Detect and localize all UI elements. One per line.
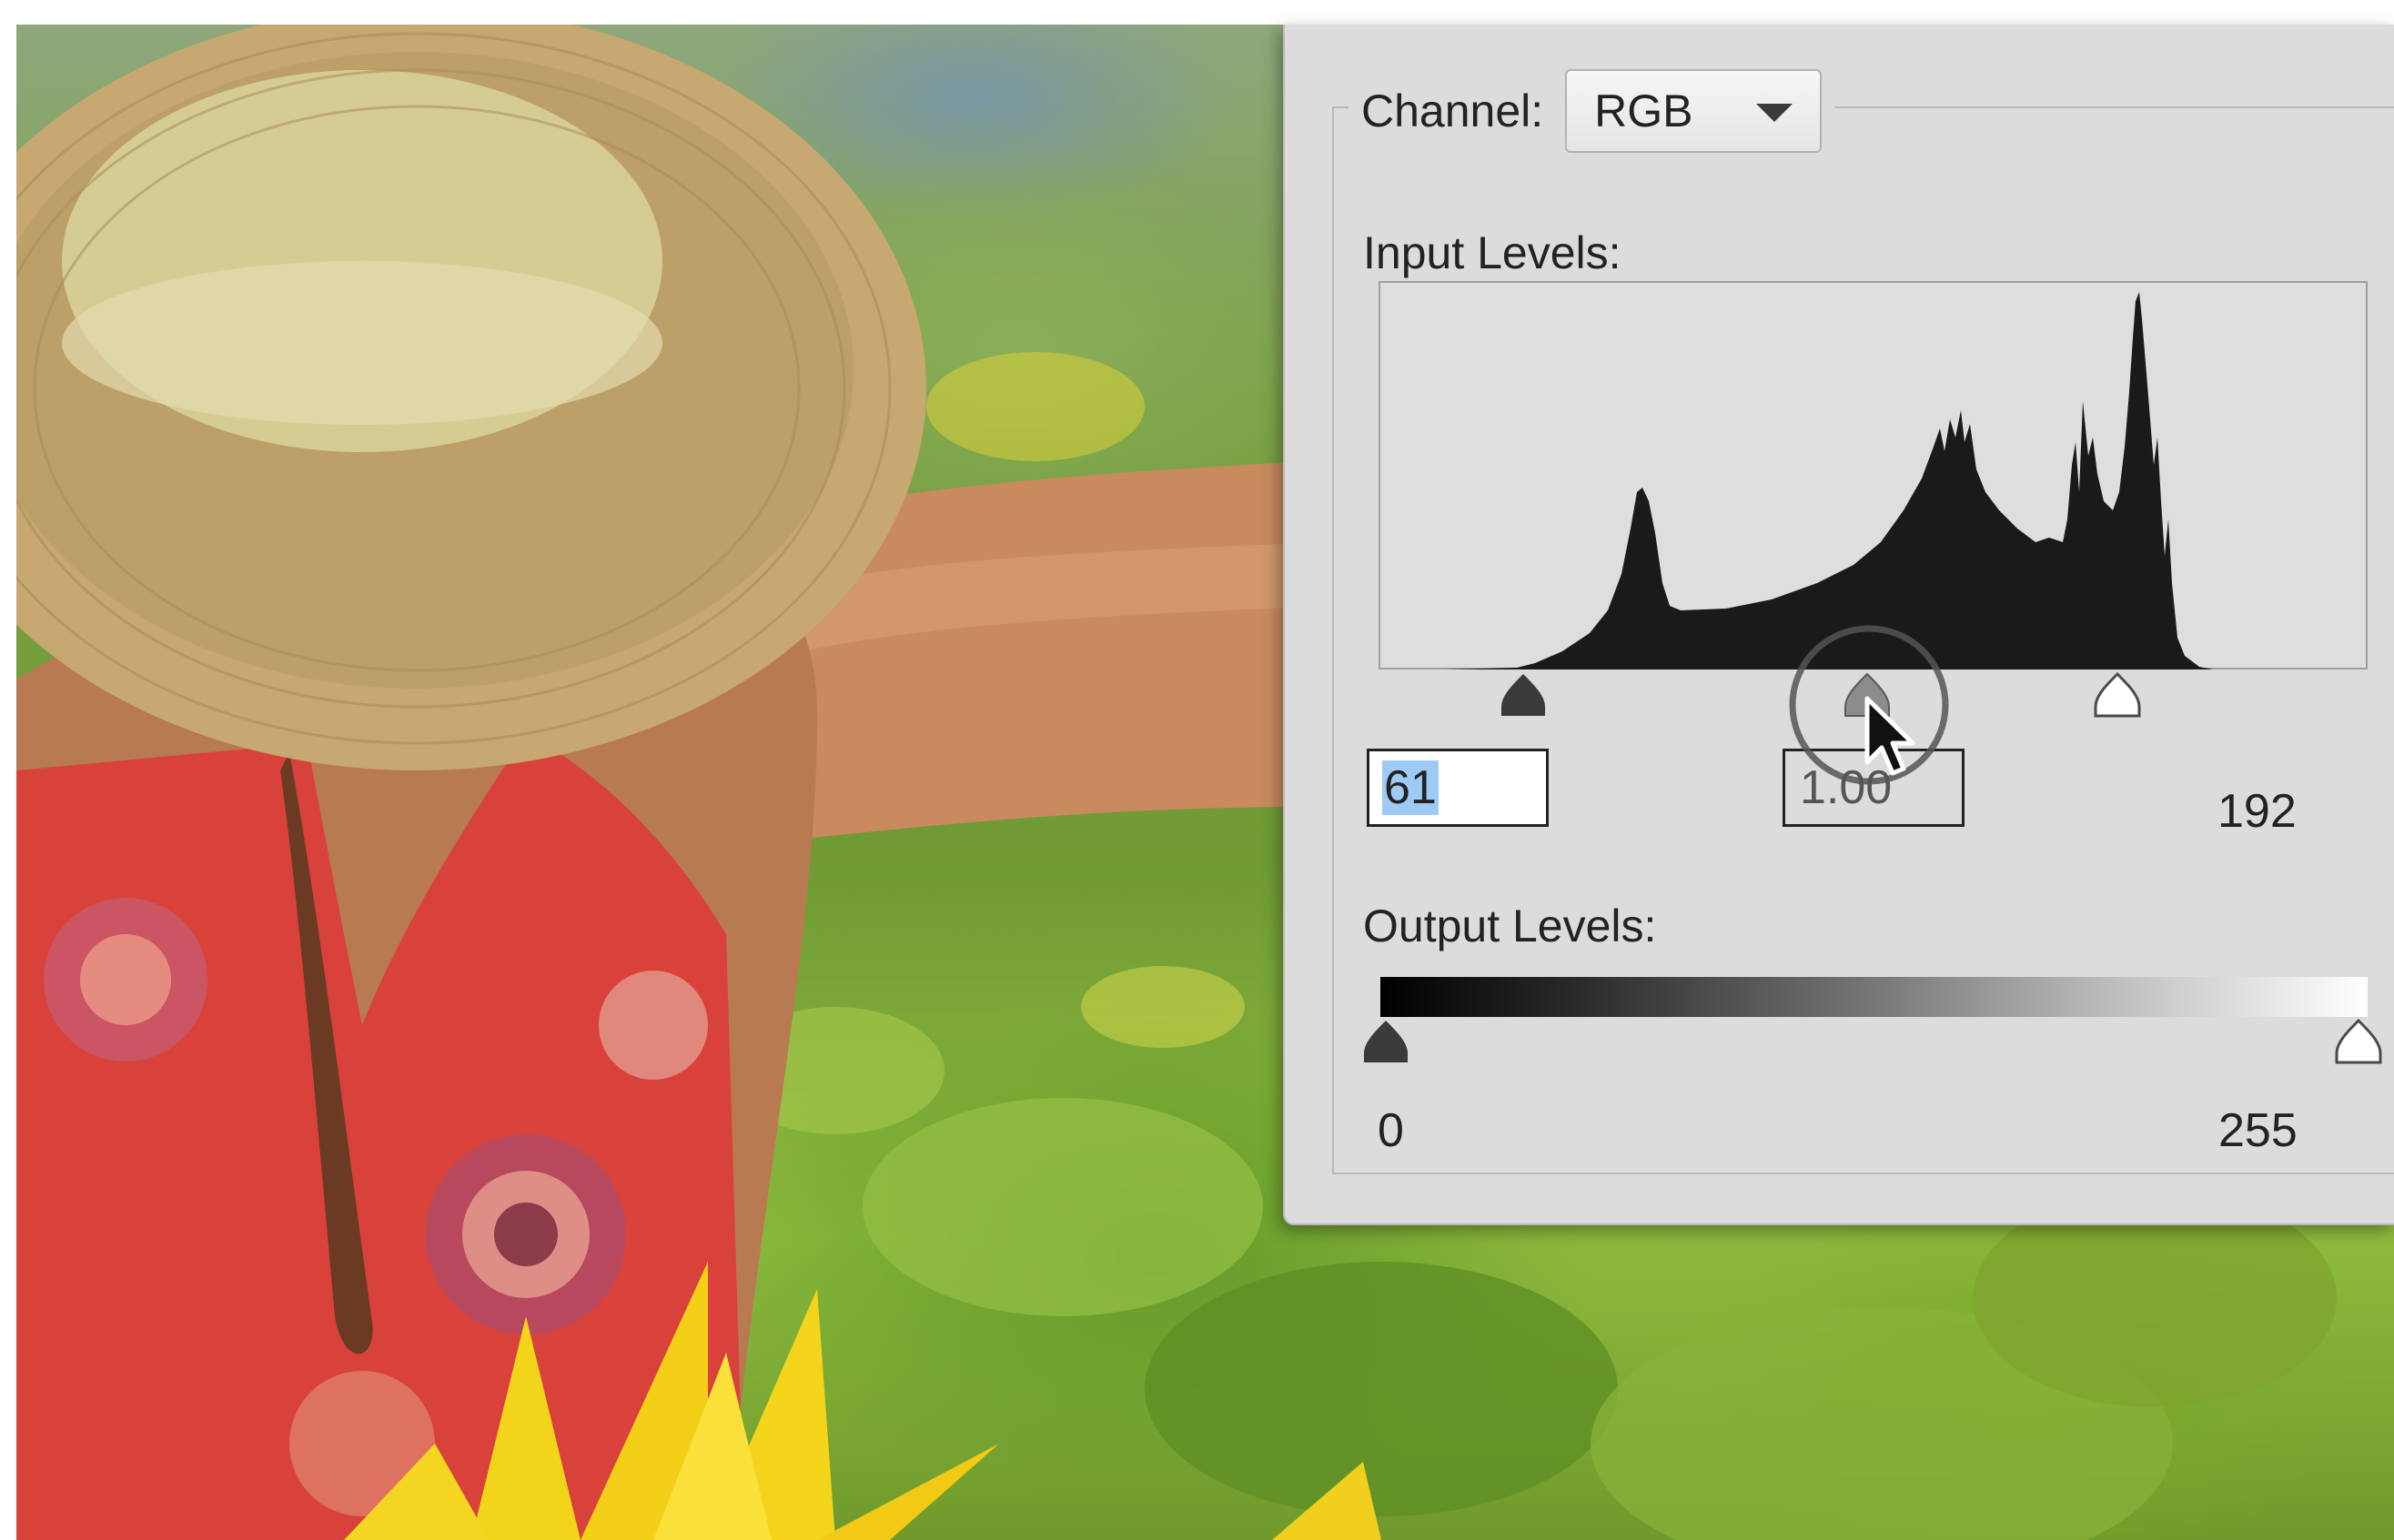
chevron-down-icon — [1756, 104, 1793, 122]
input-black-value: 61 — [1382, 760, 1439, 815]
input-gamma-value: 1.00 — [1800, 761, 1893, 814]
output-black-value[interactable]: 0 — [1378, 1103, 1404, 1158]
input-gamma-field[interactable]: 1.00 — [1783, 749, 1965, 827]
slider-white-icon — [2335, 1019, 2382, 1064]
histogram-graph — [1444, 292, 2213, 669]
output-white-value[interactable]: 255 — [2218, 1103, 2298, 1158]
channel-label: Channel: — [1361, 86, 1544, 136]
channel-selected-value: RGB — [1594, 86, 1693, 136]
output-gradient-bar — [1380, 977, 2368, 1017]
slider-white-icon — [2094, 672, 2141, 718]
input-levels-label: Input Levels: — [1363, 227, 1621, 278]
channel-row: Channel: RGB — [1349, 69, 1835, 153]
input-black-field[interactable]: 61 — [1367, 749, 1549, 827]
output-levels-label: Output Levels: — [1363, 901, 1657, 951]
input-white-value[interactable]: 192 — [2217, 784, 2297, 839]
histogram-fill — [1444, 292, 2213, 669]
levels-dialog: Channel: RGB Input Levels: 61 1.00 192 O… — [1283, 25, 2394, 1225]
slider-black-icon — [1501, 674, 1545, 716]
histogram — [1379, 281, 2368, 669]
slider-black-icon — [1364, 1021, 1408, 1062]
channel-select[interactable]: RGB — [1565, 69, 1823, 153]
slider-gray-icon — [1844, 672, 1890, 717]
